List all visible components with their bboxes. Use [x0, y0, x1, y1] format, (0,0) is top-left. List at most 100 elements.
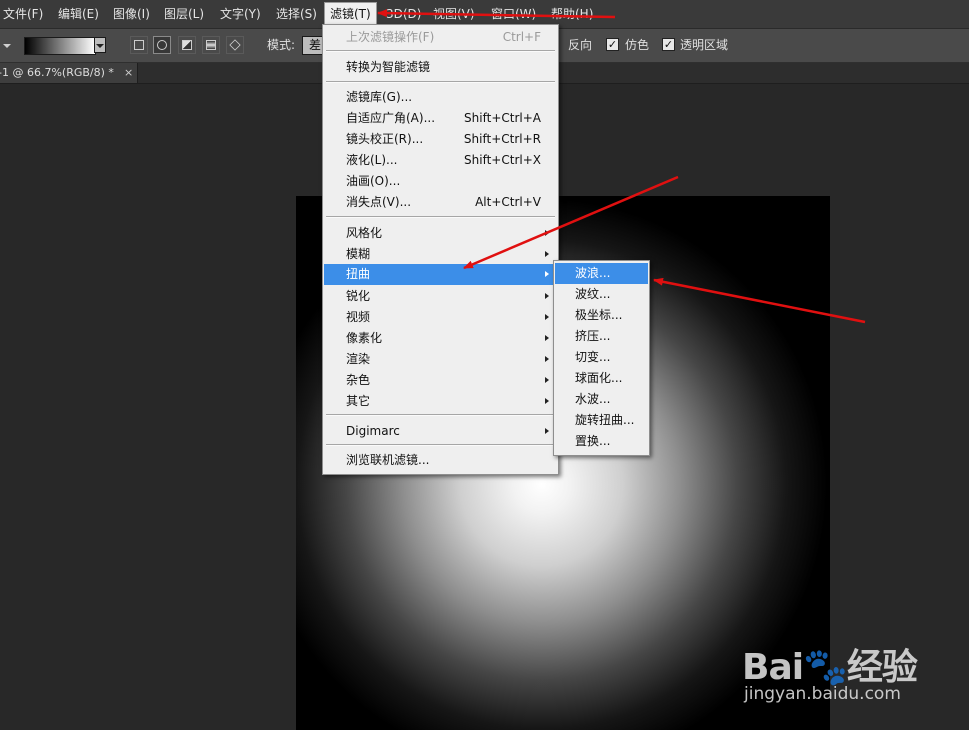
- submenu-arrow-icon: [545, 398, 549, 404]
- watermark-logo: Bai🐾经验: [742, 647, 918, 688]
- watermark-url: jingyan.baidu.com: [744, 684, 901, 704]
- menu-separator: [326, 50, 555, 52]
- menu-item-render[interactable]: 渲染: [324, 349, 557, 370]
- menu-separator: [326, 444, 555, 446]
- menu-item-label: 渲染: [346, 352, 371, 366]
- menu-item-label: 风格化: [346, 226, 383, 240]
- submenu-item-wave[interactable]: 波浪...: [555, 263, 648, 284]
- menu-image[interactable]: 图像(I): [113, 0, 150, 28]
- menu-item-adaptive-wide-angle[interactable]: 自适应广角(A)... Shift+Ctrl+A: [324, 108, 557, 129]
- menu-item-video[interactable]: 视频: [324, 307, 557, 328]
- menu-file[interactable]: 文件(F): [3, 0, 43, 28]
- submenu-item-pinch[interactable]: 挤压...: [555, 326, 648, 347]
- menu-item-liquify[interactable]: 液化(L)... Shift+Ctrl+X: [324, 150, 557, 171]
- menu-item-other[interactable]: 其它: [324, 391, 557, 412]
- submenu-item-ripple[interactable]: 波纹...: [555, 284, 648, 305]
- menu-item-pixelate[interactable]: 像素化: [324, 328, 557, 349]
- menu-item-label: 挤压...: [575, 329, 611, 343]
- reflected-gradient-icon: [206, 40, 216, 50]
- submenu-item-twirl[interactable]: 旋转扭曲...: [555, 410, 648, 431]
- menu-item-label: 浏览联机滤镜...: [346, 453, 430, 467]
- menu-item-label: 置换...: [575, 434, 611, 448]
- submenu-item-shear[interactable]: 切变...: [555, 347, 648, 368]
- menu-item-label: 波浪...: [575, 266, 611, 280]
- gradient-picker-button[interactable]: [94, 37, 106, 53]
- document-tab-title: -1 @ 66.7%(RGB/8) *: [0, 66, 114, 79]
- baidu-jingyan-watermark: Bai🐾经验 jingyan.baidu.com: [742, 622, 942, 712]
- submenu-item-displace[interactable]: 置换...: [555, 431, 648, 452]
- angle-gradient-icon: [182, 40, 192, 50]
- menu-item-label: 扭曲: [346, 267, 371, 281]
- submenu-item-zigzag[interactable]: 水波...: [555, 389, 648, 410]
- menu-separator: [326, 414, 555, 416]
- menu-item-label: 滤镜库(G)...: [346, 90, 413, 104]
- menu-item-label: 像素化: [346, 331, 383, 345]
- menu-item-shortcut: Shift+Ctrl+R: [463, 132, 541, 146]
- menu-item-shortcut: Ctrl+F: [502, 30, 541, 44]
- menu-type[interactable]: 文字(Y): [220, 0, 261, 28]
- menu-item-stylize[interactable]: 风格化: [324, 223, 557, 244]
- menu-item-shortcut: Alt+Ctrl+V: [475, 195, 541, 209]
- distort-submenu: 波浪... 波纹... 极坐标... 挤压... 切变... 球面化... 水波…: [553, 260, 650, 456]
- angle-gradient-button[interactable]: [178, 36, 196, 54]
- submenu-item-spherize[interactable]: 球面化...: [555, 368, 648, 389]
- menu-item-label: 极坐标...: [575, 308, 623, 322]
- menu-item-label: 旋转扭曲...: [575, 413, 635, 427]
- menu-item-sharpen[interactable]: 锐化: [324, 286, 557, 307]
- menu-item-label: 自适应广角(A)...: [346, 111, 436, 125]
- submenu-item-polar-coordinates[interactable]: 极坐标...: [555, 305, 648, 326]
- menu-item-label: 锐化: [346, 289, 371, 303]
- filter-menu: 上次滤镜操作(F) Ctrl+F 转换为智能滤镜 滤镜库(G)... 自适应广角…: [322, 24, 559, 475]
- close-icon[interactable]: ×: [124, 63, 133, 83]
- menu-item-label: 转换为智能滤镜: [346, 60, 431, 74]
- linear-gradient-button[interactable]: [130, 36, 148, 54]
- menu-item-label: 水波...: [575, 392, 611, 406]
- radial-gradient-icon: [157, 40, 167, 50]
- menu-item-oil-paint[interactable]: 油画(O)...: [324, 171, 557, 192]
- menu-item-convert-smart-filters[interactable]: 转换为智能滤镜: [324, 57, 557, 78]
- menu-item-label: Digimarc: [346, 424, 400, 438]
- dither-checkbox[interactable]: ✓: [606, 38, 619, 51]
- submenu-arrow-icon: [545, 251, 549, 257]
- menu-item-last-filter: 上次滤镜操作(F) Ctrl+F: [324, 27, 557, 48]
- menu-item-label: 消失点(V)...: [346, 195, 412, 209]
- menu-item-label: 油画(O)...: [346, 174, 401, 188]
- menu-item-label: 球面化...: [575, 371, 623, 385]
- menu-select[interactable]: 选择(S): [276, 0, 317, 28]
- submenu-arrow-icon: [545, 377, 549, 383]
- mode-label: 模式:: [267, 38, 296, 52]
- menu-item-vanishing-point[interactable]: 消失点(V)... Alt+Ctrl+V: [324, 192, 557, 213]
- linear-gradient-icon: [134, 40, 144, 50]
- menu-item-label: 液化(L)...: [346, 153, 398, 167]
- submenu-arrow-icon: [545, 356, 549, 362]
- submenu-arrow-icon: [545, 314, 549, 320]
- dither-label: 仿色: [625, 38, 650, 52]
- radial-gradient-button[interactable]: [153, 36, 171, 54]
- menu-item-shortcut: Shift+Ctrl+A: [464, 111, 541, 125]
- menu-item-noise[interactable]: 杂色: [324, 370, 557, 391]
- menu-item-blur[interactable]: 模糊: [324, 244, 557, 265]
- diamond-gradient-button[interactable]: [226, 36, 244, 54]
- gradient-preview[interactable]: [24, 37, 96, 55]
- menu-layer[interactable]: 图层(L): [164, 0, 204, 28]
- diamond-gradient-icon: [229, 39, 241, 51]
- submenu-arrow-icon: [545, 293, 549, 299]
- mode-select[interactable]: 差: [302, 36, 324, 55]
- menu-item-filter-gallery[interactable]: 滤镜库(G)...: [324, 87, 557, 108]
- menu-item-browse-online-filters[interactable]: 浏览联机滤镜...: [324, 450, 557, 471]
- menu-item-distort[interactable]: 扭曲: [324, 264, 557, 285]
- document-tab[interactable]: -1 @ 66.7%(RGB/8) * ×: [0, 63, 138, 83]
- transparency-checkbox[interactable]: ✓: [662, 38, 675, 51]
- menu-item-shortcut: Shift+Ctrl+X: [464, 153, 541, 167]
- reverse-label: 反向: [568, 38, 593, 52]
- reflected-gradient-button[interactable]: [202, 36, 220, 54]
- menu-item-label: 镜头校正(R)...: [346, 132, 424, 146]
- menu-item-lens-correction[interactable]: 镜头校正(R)... Shift+Ctrl+R: [324, 129, 557, 150]
- menu-separator: [326, 216, 555, 218]
- submenu-arrow-icon: [545, 271, 549, 277]
- menu-edit[interactable]: 编辑(E): [58, 0, 99, 28]
- submenu-arrow-icon: [545, 335, 549, 341]
- menu-item-digimarc[interactable]: Digimarc: [324, 421, 557, 442]
- tool-preset-caret-icon[interactable]: [3, 44, 11, 48]
- menu-item-label: 视频: [346, 310, 371, 324]
